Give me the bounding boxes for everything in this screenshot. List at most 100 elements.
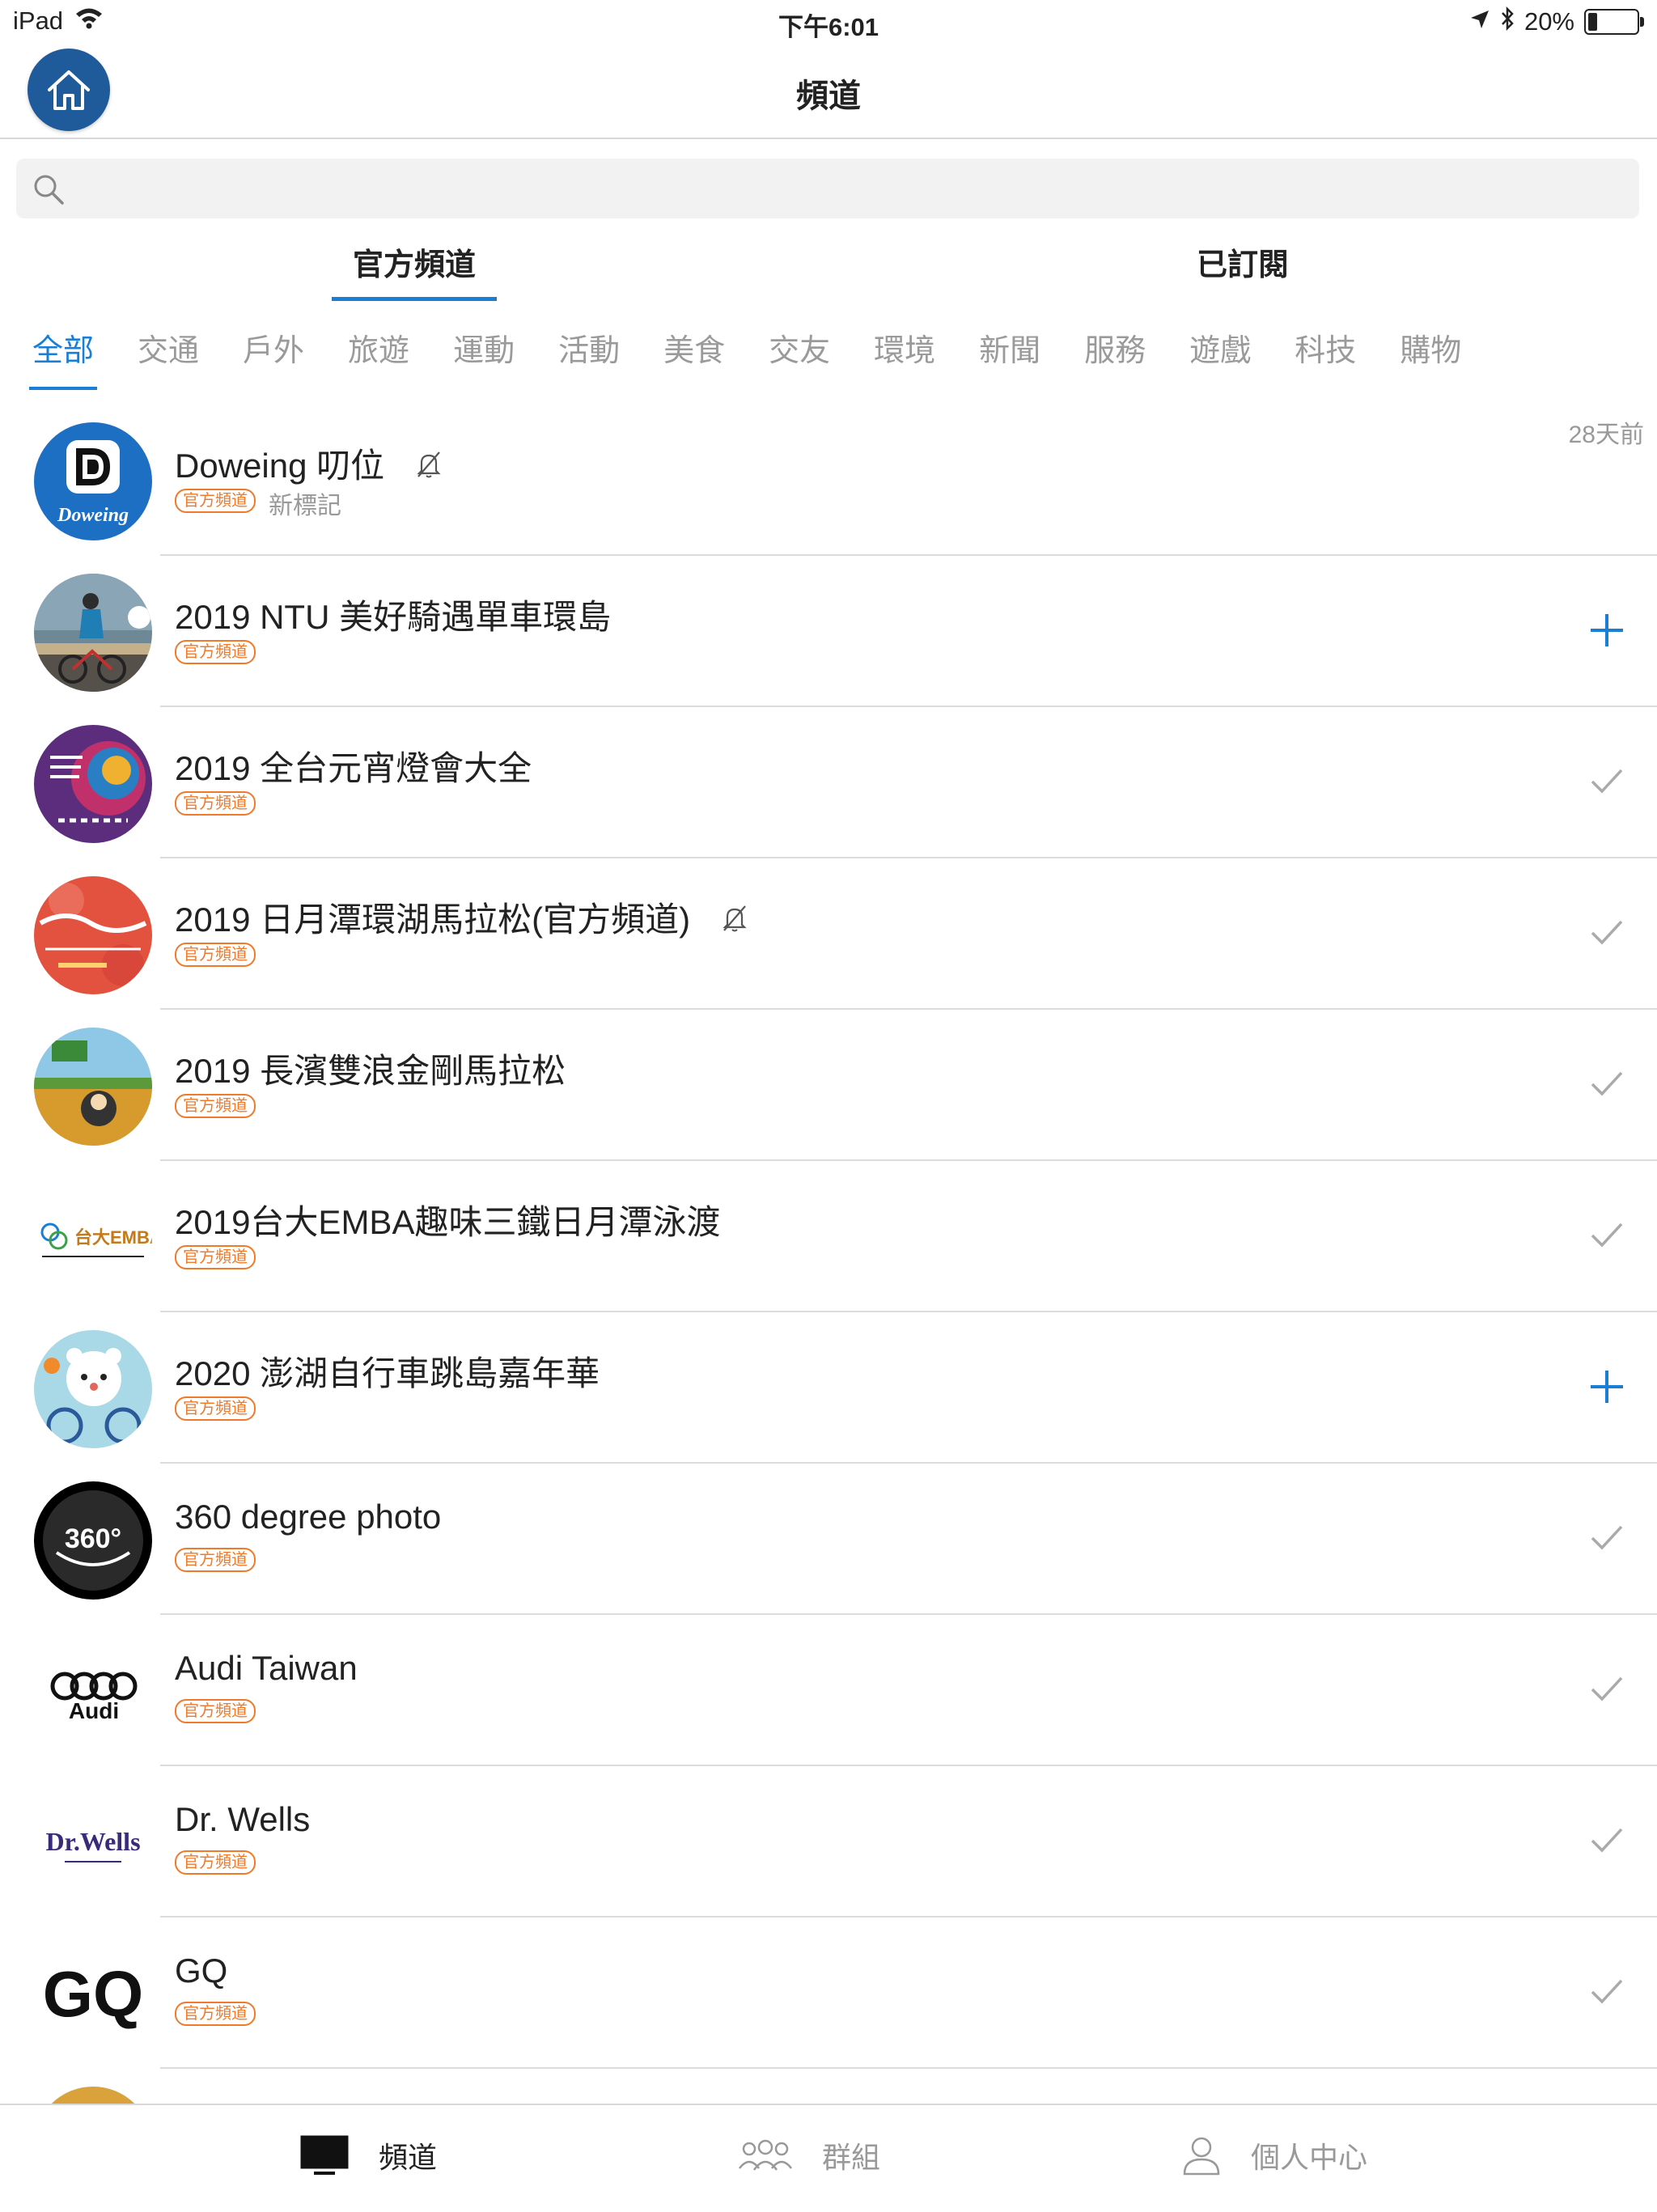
subscribed-check-button[interactable] [1589, 764, 1625, 803]
svg-text:360°: 360° [65, 1523, 121, 1554]
subscribe-add-button[interactable] [1589, 1369, 1625, 1409]
subscribed-check-button[interactable] [1589, 1974, 1625, 2014]
changbin-marathon-logo [34, 1028, 152, 1146]
channel-row[interactable]: Dr.Wells Dr. Wells 官方頻道 [0, 1766, 1657, 1917]
svg-text:Dr.Wells: Dr.Wells [45, 1827, 140, 1856]
plus-icon [1591, 614, 1623, 646]
svg-text:Doweing: Doweing [57, 505, 129, 526]
official-badge: 官方頻道 [175, 943, 256, 967]
category-games[interactable]: 遊戲 [1189, 325, 1251, 390]
tab-bar: 頻道 群組 個人中心 [0, 2104, 1657, 2212]
category-environment[interactable]: 環境 [874, 325, 935, 390]
group-icon [739, 2139, 792, 2171]
channel-row[interactable]: 2019 NTU 美好騎遇單車環島 官方頻道 [0, 556, 1657, 707]
channel-row[interactable]: 2019 日月潭環湖馬拉松(官方頻道) 官方頻道 [0, 858, 1657, 1010]
channel-row[interactable]: 台大EMBA 2019台大EMBA趣味三鐵日月潭泳渡 官方頻道 [0, 1161, 1657, 1312]
location-arrow-icon [1469, 7, 1490, 36]
channel-name: 2020 澎湖自行車跳島嘉年華 [175, 1354, 600, 1392]
official-badge: 官方頻道 [175, 1245, 256, 1269]
tab-subscribed[interactable]: 已訂閱 [1160, 239, 1325, 301]
audi-logo: Audi [34, 1633, 152, 1751]
tab-groups[interactable]: 群組 [738, 2134, 880, 2176]
tab-official-channels-label: 官方頻道 [352, 248, 476, 282]
channel-row[interactable]: 2019 全台元宵燈會大全 官方頻道 [0, 707, 1657, 858]
channel-name: 2019 全台元宵燈會大全 [175, 749, 532, 787]
status-time: 下午6:01 [778, 13, 879, 41]
channel-row[interactable]: 2020 澎湖自行車跳島嘉年華 官方頻道 [0, 1312, 1657, 1464]
category-transport[interactable]: 交通 [138, 325, 199, 390]
channel-name: 2019 NTU 美好騎遇單車環島 [175, 598, 612, 636]
check-icon [1591, 1676, 1623, 1701]
mute-bell-icon [413, 449, 444, 488]
search-bar [16, 159, 1639, 218]
category-outdoor[interactable]: 戶外 [243, 325, 304, 390]
subscribed-check-button[interactable] [1589, 1672, 1625, 1711]
person-icon [1183, 2137, 1220, 2176]
check-icon [1591, 1071, 1623, 1096]
channel-name: 2019 日月潭環湖馬拉松(官方頻道) [175, 892, 750, 942]
channel-name: Audi Taiwan [175, 1649, 358, 1687]
subscribed-check-button[interactable] [1589, 1066, 1625, 1106]
active-tab-indicator [332, 297, 497, 301]
channel-row[interactable]: Audi Audi Taiwan 官方頻道 [0, 1615, 1657, 1766]
channel-row[interactable]: GQ GQ 官方頻道 [0, 1917, 1657, 2069]
channel-name: GQ [175, 1951, 228, 1990]
search-input[interactable] [81, 170, 1605, 207]
subscribed-check-button[interactable] [1589, 1823, 1625, 1862]
channel-row[interactable]: 360° 360 degree photo 官方頻道 [0, 1464, 1657, 1615]
category-tech[interactable]: 科技 [1295, 325, 1356, 390]
tab-channels[interactable]: 頻道 [299, 2134, 437, 2176]
emba-logo: 台大EMBA [34, 1179, 152, 1297]
category-shopping[interactable]: 購物 [1400, 325, 1461, 390]
bluetooth-icon [1500, 6, 1515, 37]
svg-text:Audi: Audi [69, 1698, 119, 1723]
category-social[interactable]: 交友 [769, 325, 830, 390]
category-events[interactable]: 活動 [558, 325, 620, 390]
category-food[interactable]: 美食 [663, 325, 725, 390]
official-badge: 官方頻道 [175, 1699, 256, 1723]
channel-row[interactable]: 2019 長濱雙浪金剛馬拉松 官方頻道 [0, 1010, 1657, 1161]
lantern-festival-logo [34, 725, 152, 843]
channel-timestamp: 28天前 [1568, 422, 1644, 448]
subscribed-check-button[interactable] [1589, 915, 1625, 955]
cycling-photo [34, 574, 152, 692]
subscribe-add-button[interactable] [1589, 612, 1625, 652]
navigation-bar: 頻道 [0, 45, 1657, 139]
tab-channels-label: 頻道 [379, 2141, 438, 2174]
mute-bell-icon [719, 903, 750, 942]
official-badge: 官方頻道 [175, 2002, 256, 2026]
channel-name: Doweing 叨位 [175, 439, 444, 488]
category-news[interactable]: 新聞 [979, 325, 1040, 390]
official-badge: 官方頻道 [175, 1850, 256, 1875]
channel-tag: 新標記 [269, 493, 341, 519]
channel-list: Doweing Doweing 叨位 官方頻道 新標記 28天前 2019 NT… [0, 405, 1657, 2205]
plus-icon [1591, 1371, 1623, 1403]
channel-name: 2019 長濱雙浪金剛馬拉松 [175, 1052, 566, 1090]
channel-name: 2019台大EMBA趣味三鐵日月潭泳渡 [175, 1203, 721, 1241]
channel-name: 360 degree photo [175, 1498, 442, 1536]
category-travel[interactable]: 旅遊 [348, 325, 409, 390]
tab-profile-label: 個人中心 [1251, 2141, 1368, 2174]
category-all[interactable]: 全部 [28, 325, 98, 390]
channel-name: Dr. Wells [175, 1800, 311, 1838]
search-icon [34, 175, 64, 205]
status-bar: iPad 下午6:01 20% [0, 0, 1657, 45]
official-badge: 官方頻道 [175, 640, 256, 664]
tab-groups-label: 群組 [822, 2141, 881, 2174]
channel-row[interactable]: Doweing Doweing 叨位 官方頻道 新標記 28天前 [0, 405, 1657, 556]
official-badge: 官方頻道 [175, 1094, 256, 1118]
official-badge: 官方頻道 [175, 1548, 256, 1572]
category-services[interactable]: 服務 [1084, 325, 1146, 390]
tab-profile[interactable]: 個人中心 [1181, 2134, 1367, 2176]
svg-text:台大EMBA: 台大EMBA [74, 1227, 152, 1248]
category-sports[interactable]: 運動 [453, 325, 515, 390]
tab-subscribed-label: 已訂閱 [1196, 248, 1289, 282]
monitor-icon [300, 2135, 349, 2175]
doweing-logo: Doweing [34, 422, 152, 540]
tab-official-channels[interactable]: 官方頻道 [332, 239, 497, 301]
drwells-logo: Dr.Wells [34, 1784, 152, 1902]
subscribed-check-button[interactable] [1589, 1520, 1625, 1560]
battery-percent: 20% [1524, 7, 1574, 36]
check-icon [1591, 1525, 1623, 1550]
subscribed-check-button[interactable] [1589, 1218, 1625, 1257]
